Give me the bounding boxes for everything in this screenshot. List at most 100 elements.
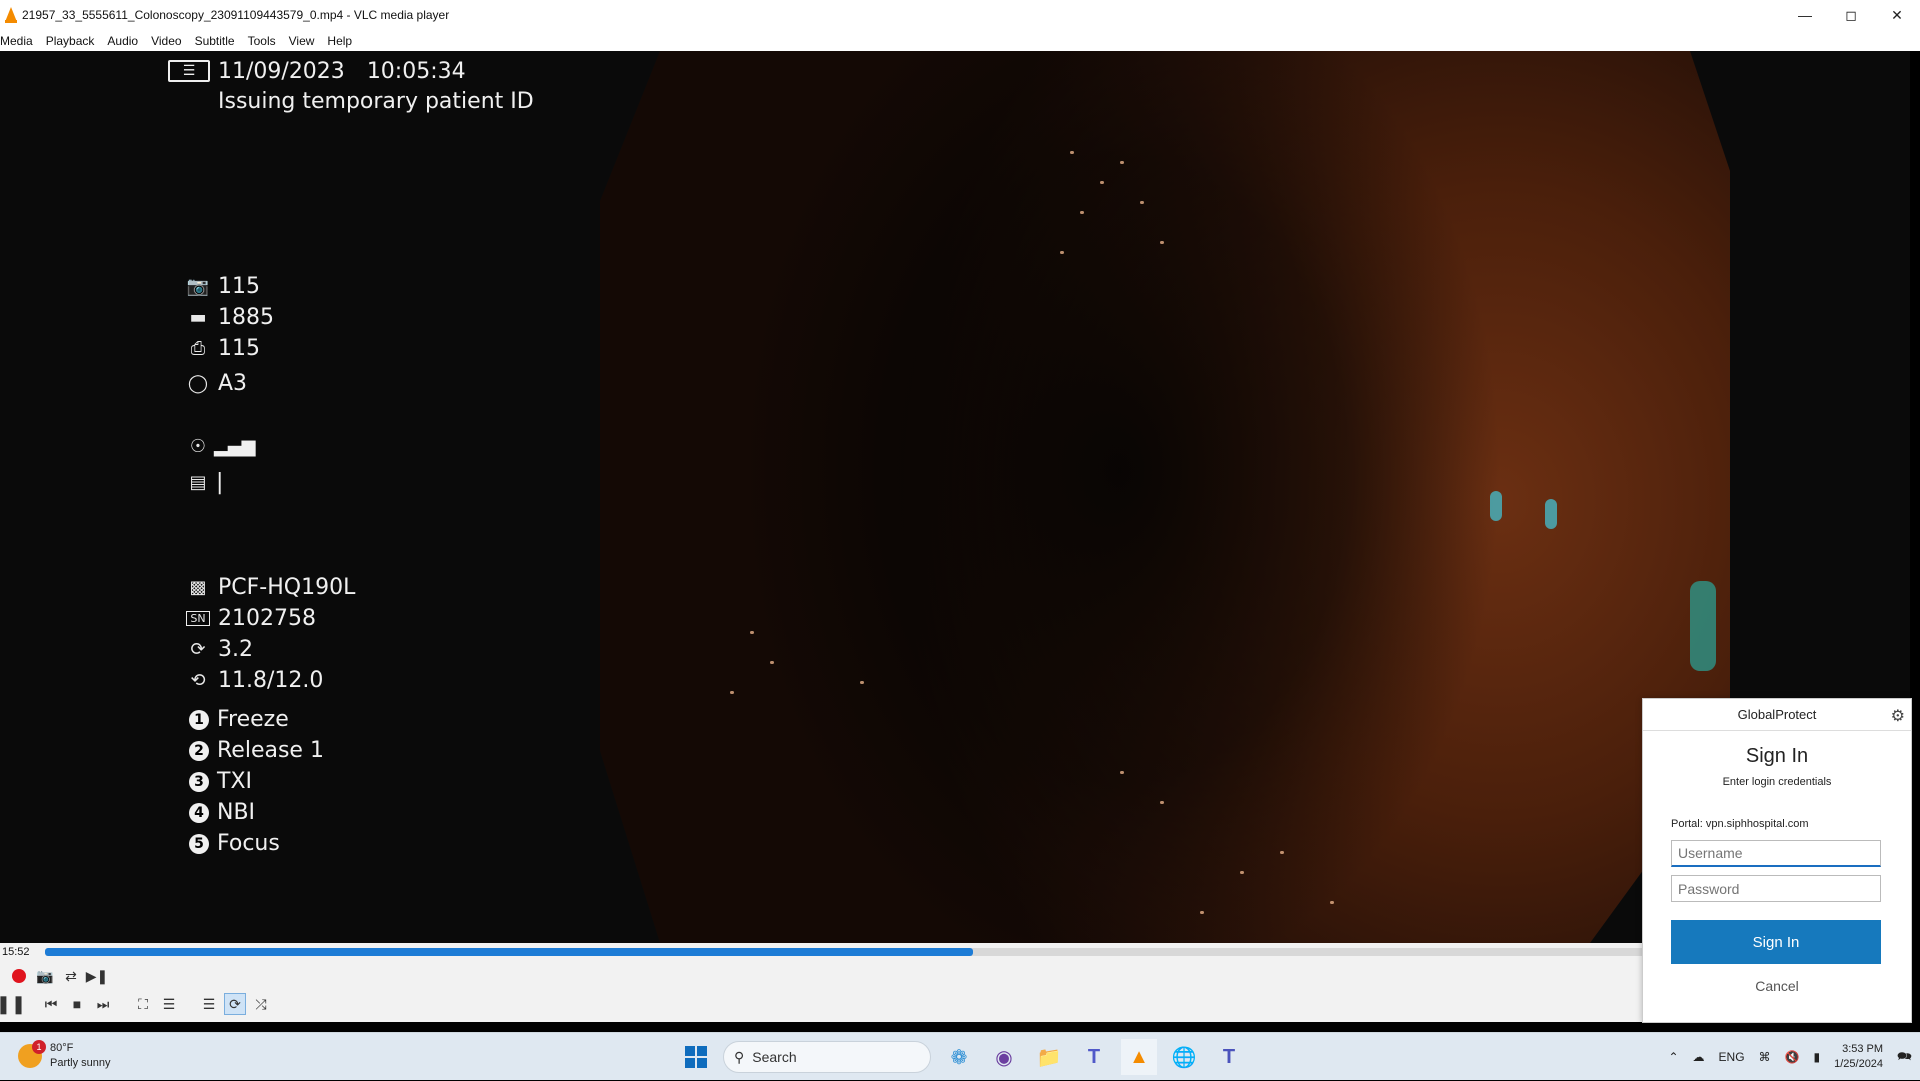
weather-icon: 1 bbox=[18, 1040, 46, 1068]
button-number: 3 bbox=[189, 771, 209, 792]
globalprotect-panel: GlobalProtect ⚙ Sign In Enter login cred… bbox=[1642, 698, 1912, 1023]
teams-button[interactable]: T bbox=[1076, 1039, 1112, 1075]
shuffle-button[interactable]: ⤮ bbox=[250, 993, 272, 1015]
teams-work-button[interactable]: T bbox=[1211, 1039, 1247, 1075]
menu-subtitle[interactable]: Subtitle bbox=[195, 34, 242, 48]
battery-count: 1885 bbox=[218, 305, 274, 330]
app-taskbar-button[interactable]: ◉ bbox=[986, 1039, 1022, 1075]
frame-step-icon: ▶❚ bbox=[85, 967, 109, 984]
globalprotect-header: GlobalProtect ⚙ bbox=[1643, 699, 1911, 731]
button-label: NBI bbox=[217, 800, 256, 825]
loop-icon: ⟳ bbox=[229, 995, 241, 1012]
record-icon bbox=[12, 969, 26, 983]
camera-icon: 📷 bbox=[36, 967, 54, 984]
vlc-taskbar-button[interactable]: ▲ bbox=[1121, 1039, 1157, 1075]
battery-icon[interactable]: ▮ bbox=[1814, 1050, 1821, 1064]
start-button[interactable] bbox=[678, 1039, 714, 1075]
frame-step-button[interactable]: ▶❚ bbox=[85, 965, 109, 987]
video-area[interactable]: ☰ 11/09/2023 10:05:34 Issuing temporary … bbox=[0, 51, 1910, 943]
clock-date: 1/25/2024 bbox=[1834, 1058, 1884, 1070]
browser-taskbar-button[interactable]: 🌐 bbox=[1166, 1039, 1202, 1075]
osd-header: ☰ 11/09/2023 10:05:34 Issuing temporary … bbox=[168, 56, 534, 116]
extended-settings-button[interactable]: ☰ bbox=[158, 993, 180, 1015]
equalizer-icon: ☰ bbox=[162, 995, 176, 1012]
button-label: Release 1 bbox=[217, 738, 324, 763]
window-title: 21957_33_5555611_Colonoscopy_23091109443… bbox=[22, 8, 450, 22]
portal-label: Portal: vpn.siphhospital.com bbox=[1671, 818, 1809, 830]
menu-media[interactable]: Media bbox=[0, 34, 40, 48]
search-icon: ⚲ bbox=[734, 1048, 745, 1065]
pause-icon: ❚❚ bbox=[0, 993, 27, 1014]
circle-app-icon: ◉ bbox=[995, 1046, 1013, 1069]
wifi-icon[interactable]: ⌘ bbox=[1759, 1050, 1771, 1064]
username-field[interactable] bbox=[1671, 840, 1881, 867]
loop-button[interactable]: ⟳ bbox=[224, 993, 246, 1015]
serial-icon: SN bbox=[186, 611, 210, 626]
osd-counters: 📷 115 ▬ 1885 ⎙ 115 ◯ A3 bbox=[186, 271, 274, 402]
playback-controls: 15:52 📷 ⇄ ▶❚ ❚❚ ⏮ ■ ⏭ ⛶ ☰ ☰ ⟳ ⤮ bbox=[0, 943, 1910, 1022]
menu-playback[interactable]: Playback bbox=[46, 34, 102, 48]
fullscreen-icon: ⛶ bbox=[138, 995, 148, 1012]
osd-scope-info: ▩ PCF-HQ190L SN 2102758 ⟳ 3.2 ⟲ 11.8/12.0 bbox=[186, 572, 355, 696]
vlc-icon: ▲ bbox=[1129, 1045, 1149, 1068]
maximize-button[interactable]: ◻ bbox=[1828, 0, 1874, 30]
menu-tools[interactable]: Tools bbox=[248, 34, 283, 48]
seek-bar-fill bbox=[45, 948, 973, 956]
gear-icon[interactable]: ⚙ bbox=[1891, 706, 1905, 726]
stop-button[interactable]: ■ bbox=[66, 993, 88, 1015]
button-number: 1 bbox=[189, 709, 209, 730]
notification-icon[interactable]: 🗪 bbox=[1897, 1047, 1912, 1068]
weather-widget[interactable]: 1 80°F Partly sunny bbox=[18, 1040, 111, 1071]
search-label: Search bbox=[752, 1049, 797, 1065]
close-button[interactable]: ✕ bbox=[1874, 0, 1920, 30]
teams-work-icon: T bbox=[1222, 1045, 1236, 1068]
language-indicator[interactable]: ENG bbox=[1719, 1050, 1745, 1064]
cycle-icon: ⟲ bbox=[190, 670, 206, 691]
seek-bar[interactable] bbox=[45, 948, 1645, 956]
clock[interactable]: 3:53 PM 1/25/2024 bbox=[1834, 1042, 1883, 1072]
copilot-icon: ❁ bbox=[950, 1046, 968, 1069]
window-titlebar: 21957_33_5555611_Colonoscopy_23091109443… bbox=[0, 0, 1920, 30]
cvp-icon: ⎙ bbox=[190, 338, 206, 359]
menu-help[interactable]: Help bbox=[327, 34, 359, 48]
playlist-button[interactable]: ☰ bbox=[198, 993, 220, 1015]
osd-button-list: 1 Freeze 2 Release 1 3 TXI 4 NBI 5 Focus bbox=[189, 704, 324, 859]
comment-cursor: | bbox=[216, 469, 224, 495]
menu-video[interactable]: Video bbox=[151, 34, 188, 48]
file-explorer-button[interactable]: 📁 bbox=[1031, 1039, 1067, 1075]
taskbar-search[interactable]: ⚲ Search bbox=[723, 1041, 931, 1073]
next-icon: ⏭ bbox=[96, 995, 110, 1012]
previous-button[interactable]: ⏮ bbox=[40, 993, 62, 1015]
signin-button[interactable]: Sign In bbox=[1671, 920, 1881, 964]
record-button[interactable] bbox=[8, 965, 30, 987]
volume-muted-icon[interactable]: 🔇 bbox=[1785, 1050, 1800, 1064]
chevron-up-icon[interactable]: ⌃ bbox=[1668, 1050, 1678, 1064]
button-label: TXI bbox=[217, 769, 252, 794]
scope-icon: ▩ bbox=[189, 577, 207, 598]
comment-icon: ▤ bbox=[189, 471, 207, 493]
next-button[interactable]: ⏭ bbox=[92, 993, 114, 1015]
loop-ab-button[interactable]: ⇄ bbox=[60, 965, 82, 987]
pause-button[interactable]: ❚❚ bbox=[0, 993, 26, 1015]
password-field[interactable] bbox=[1671, 875, 1881, 902]
teams-icon: T bbox=[1087, 1045, 1101, 1068]
camera-count: 115 bbox=[218, 274, 260, 299]
minimize-button[interactable]: — bbox=[1782, 0, 1828, 30]
mode-value: A3 bbox=[218, 370, 248, 396]
rotate-icon: ⟳ bbox=[190, 639, 206, 660]
menu-view[interactable]: View bbox=[289, 34, 322, 48]
button-number: 5 bbox=[189, 833, 209, 854]
signal-icon: ▂▄▆ bbox=[214, 435, 256, 457]
weather-description: Partly sunny bbox=[50, 1057, 111, 1069]
cancel-link[interactable]: Cancel bbox=[1643, 978, 1911, 994]
snapshot-button[interactable]: 📷 bbox=[34, 965, 56, 987]
mode-icon: ◯ bbox=[187, 372, 209, 394]
cloud-icon[interactable]: ☁ bbox=[1693, 1050, 1705, 1064]
serial-number: 2102758 bbox=[218, 606, 316, 631]
copilot-taskbar-button[interactable]: ❁ bbox=[941, 1039, 977, 1075]
clock-time: 3:53 PM bbox=[1842, 1043, 1884, 1055]
close-icon: ✕ bbox=[1891, 6, 1903, 23]
folder-icon: 📁 bbox=[1036, 1046, 1062, 1069]
menu-audio[interactable]: Audio bbox=[107, 34, 145, 48]
fullscreen-button[interactable]: ⛶ bbox=[132, 993, 154, 1015]
